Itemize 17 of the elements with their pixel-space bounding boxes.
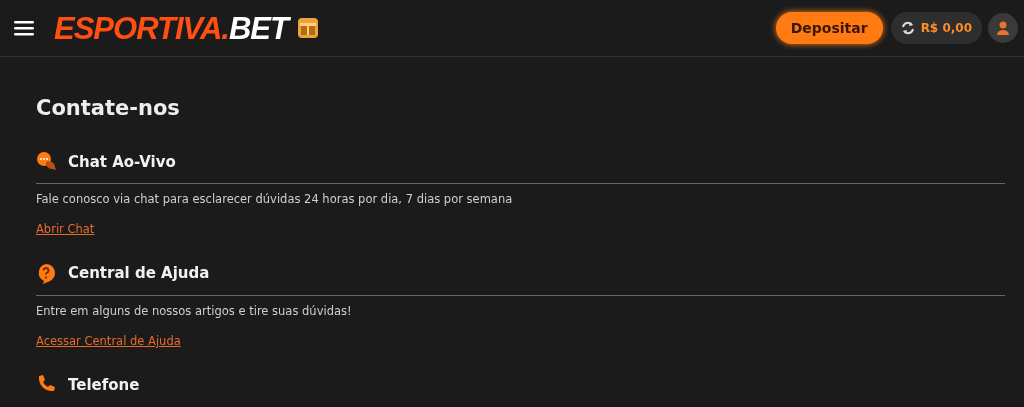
section-title: Telefone (68, 375, 140, 396)
section-title: Chat Ao-Vivo (68, 151, 176, 173)
chat-bubbles-icon (36, 150, 58, 173)
menu-icon[interactable] (14, 20, 34, 36)
section-title: Central de Ajuda (68, 263, 210, 285)
refresh-icon (900, 21, 915, 35)
user-icon (995, 20, 1011, 36)
section-description: Entre em alguns de nossos artigos e tire suas dúvidas! (36, 302, 353, 320)
section-link[interactable]: Acessar Central de Ajuda (36, 333, 181, 351)
page-title: Contate-nos (36, 95, 181, 122)
deposit-button[interactable]: Depositar (775, 12, 883, 44)
section-link[interactable]: Abrir Chat (36, 221, 95, 239)
question-bubble-icon (36, 262, 58, 285)
balance-button[interactable]: R$ 0,00 (890, 12, 982, 44)
avatar-button[interactable] (988, 13, 1018, 43)
section-description: Fale conosco via chat para esclarecer dúvidas 24 horas por dia, 7 dias por semana (36, 191, 514, 208)
gift-icon[interactable] (297, 18, 318, 38)
